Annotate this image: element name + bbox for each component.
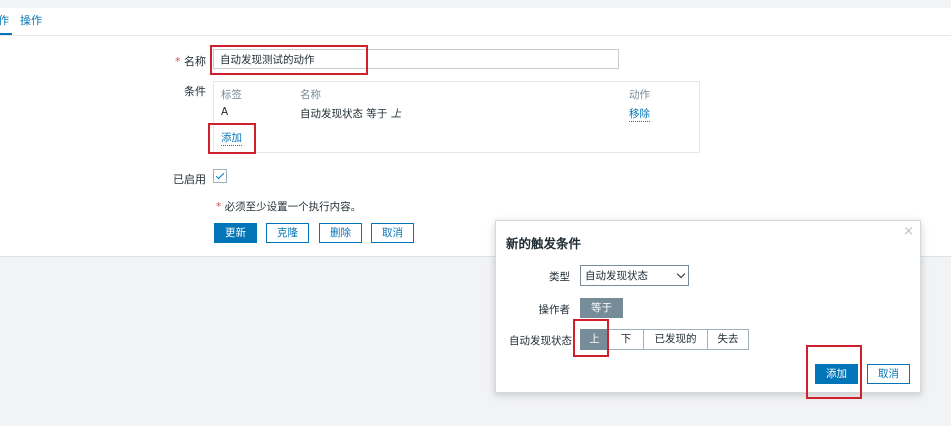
condition-name-value: 上 bbox=[390, 108, 402, 120]
enabled-checkbox[interactable] bbox=[213, 169, 227, 183]
condition-name: 自动发现状态 等于 上 bbox=[300, 106, 401, 121]
required-notice: * 必须至少设置一个执行内容。 bbox=[216, 199, 361, 214]
cancel-button[interactable]: 取消 bbox=[371, 223, 414, 243]
dialog-add-button[interactable]: 添加 bbox=[815, 364, 858, 384]
update-button[interactable]: 更新 bbox=[214, 223, 257, 243]
new-condition-dialog: 新的触发条件 × 类型 自动发现状态 操作者 等于 自动发现状态 上 下 已发现… bbox=[495, 220, 921, 393]
clone-button[interactable]: 克隆 bbox=[266, 223, 309, 243]
notice-text: 必须至少设置一个执行内容。 bbox=[224, 201, 362, 213]
status-option-up[interactable]: 上 bbox=[580, 329, 609, 350]
status-option-discovered[interactable]: 已发现的 bbox=[643, 329, 708, 350]
conditions-table: 标签 名称 动作 A 自动发现状态 等于 上 移除 添加 bbox=[213, 81, 700, 153]
status-option-lost[interactable]: 失去 bbox=[707, 329, 749, 350]
status-label: 自动发现状态 bbox=[509, 335, 572, 347]
add-condition-link[interactable]: 添加 bbox=[221, 130, 242, 146]
tab-action[interactable]: 作 bbox=[0, 12, 9, 28]
enabled-label: 已启用 bbox=[173, 173, 206, 186]
delete-button[interactable]: 删除 bbox=[319, 223, 362, 243]
header-action: 动作 bbox=[629, 89, 650, 101]
status-option-down[interactable]: 下 bbox=[608, 329, 644, 350]
operator-equals-button[interactable]: 等于 bbox=[580, 298, 623, 318]
dialog-cancel-button[interactable]: 取消 bbox=[867, 364, 910, 384]
remove-condition-link[interactable]: 移除 bbox=[629, 106, 650, 122]
name-input[interactable] bbox=[213, 49, 619, 69]
tab-operations[interactable]: 操作 bbox=[20, 12, 42, 28]
operator-label: 操作者 bbox=[538, 304, 571, 316]
required-mark: * bbox=[175, 55, 184, 68]
chevron-down-icon bbox=[676, 269, 686, 279]
header-name: 名称 bbox=[300, 89, 321, 101]
dialog-title: 新的触发条件 bbox=[506, 236, 582, 251]
active-tab-underline bbox=[0, 33, 12, 35]
condition-name-prefix: 自动发现状态 等于 bbox=[300, 108, 391, 120]
notice-required-mark: * bbox=[216, 201, 225, 213]
conditions-label: 条件 bbox=[184, 85, 206, 98]
name-label: * 名称 bbox=[170, 53, 206, 69]
close-icon[interactable]: × bbox=[903, 224, 914, 239]
top-strip bbox=[0, 0, 951, 8]
name-label-text: 名称 bbox=[184, 55, 206, 68]
condition-tag: A bbox=[221, 106, 229, 118]
type-label: 类型 bbox=[549, 271, 570, 283]
header-tag: 标签 bbox=[221, 89, 242, 101]
tab-bar: 作 操作 bbox=[0, 8, 951, 36]
type-select-value: 自动发现状态 bbox=[585, 270, 648, 282]
type-select[interactable]: 自动发现状态 bbox=[580, 265, 689, 286]
